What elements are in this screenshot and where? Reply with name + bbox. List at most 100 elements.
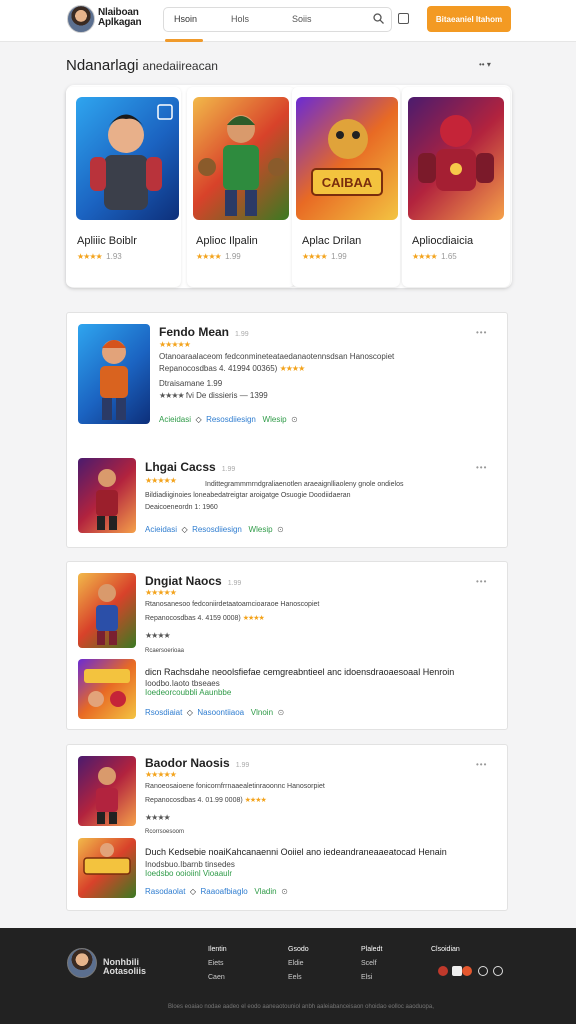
rating-stars: ★★★★★ [145,476,177,485]
social-icon[interactable] [493,966,503,976]
action-link[interactable]: Rsosdiaiat [145,708,182,717]
footer-link[interactable]: Eiets [208,960,227,967]
action-link[interactable]: Wlesip [249,525,273,534]
game-meta: Bildiadiiginoies loneabedatreigtar aroig… [145,492,351,499]
action-bar: Acieidasi ◇ Resosdiiesign Wlesip ⊙ [159,415,298,424]
game-meta: Ioedsbo ooioiinl Vioaaulr [145,869,233,878]
footer-column-heading: Clsoidian [431,946,460,953]
cta-button[interactable]: Bitaeaniel Itahom [427,6,511,32]
logo-avatar[interactable] [67,5,95,33]
footer-link[interactable]: Eels [288,974,309,981]
rating-stars: ★★★★ [244,797,267,804]
game-rating: ★★★★ 1.65 [412,252,457,261]
action-link[interactable]: Resosdiiesign [206,415,256,424]
tab-hols[interactable]: Hols [231,14,249,24]
game-title: Aplac Drilan [302,235,362,247]
notification-icon[interactable] [398,13,409,24]
footer-link[interactable]: Elsi [361,974,382,981]
rating-stars: ★★★★ [145,813,171,822]
action-bar: Rsosdiaiat ◇ Nasoontiiaoa Vlnoin ⊙ [145,708,285,717]
game-thumbnail[interactable] [78,458,136,533]
rating-stars: ★★★★ [412,252,438,261]
rating-stars: ★★★★ [145,631,171,640]
game-tag: 1.99 [235,762,250,769]
logo-text[interactable]: Nlaiboan Aplkagan [98,8,142,28]
share-icon[interactable]: ⊙ [277,708,284,717]
share-icon[interactable]: ⊙ [277,525,284,534]
social-icon[interactable] [478,966,488,976]
action-link[interactable]: Wlesip [263,415,287,424]
share-icon[interactable]: ⊙ [281,887,288,896]
tab-soiis[interactable]: Soiis [292,14,312,24]
footer-link[interactable]: Scelf [361,960,382,967]
featured-card[interactable]: CAIBAA Aplac Drilan ★★★★ 1.99 [292,87,400,287]
footer-link[interactable]: Caen [208,974,227,981]
logo-line-2: Aplkagan [98,17,142,28]
action-link[interactable]: Rasodaolat [145,887,185,896]
game-meta: Repanocosdbas 4. 4159 0008) ★★★★ [145,614,265,622]
social-icon[interactable] [462,966,472,976]
game-tag: 1.99 [235,331,249,338]
action-link[interactable]: Resosdiiesign [192,525,242,534]
game-title-text: Fendo Mean [159,325,230,339]
social-icon[interactable] [438,966,448,976]
game-title: Apliiic Boiblr [77,235,137,247]
featured-card[interactable]: Aplioc Ilpalin ★★★★ 1.99 [187,87,295,287]
featured-card[interactable]: Apliiic Boiblr ★★★★ 1.93 [66,87,181,287]
action-link[interactable]: Vlnoin [251,708,273,717]
action-bar: Rasodaolat ◇ Raaoafbiaglo Vladin ⊙ [145,887,288,896]
action-link[interactable]: Acieidasi [159,415,191,424]
game-title: Baodor Naosis 1.99 [145,756,249,770]
action-link[interactable]: Vladin [254,887,276,896]
game-meta: Ioodbo.Iaoto tbseaes [145,679,220,688]
game-rating: ★★★★★ [159,340,191,349]
social-icon[interactable] [452,966,462,976]
rating-count: 1.99 [225,252,241,261]
footer-link[interactable]: Eldie [288,960,309,967]
game-title-text: Baodor Naosis [145,756,230,770]
game-meta: Repanocosdbas 4. 01.99 0008) ★★★★ [145,796,267,804]
game-tag: 1.99 [221,466,236,473]
rating-stars: ★★★★★ [145,770,177,779]
character-illustration [90,104,173,210]
featured-card[interactable]: Apliocdiaicia ★★★★ 1.65 [402,87,510,287]
tab-home[interactable]: Hsoin [174,14,197,24]
game-art [76,97,179,220]
share-icon[interactable]: ⊙ [291,415,298,424]
action-link[interactable]: Acieidasi [145,525,177,534]
game-title: Aplioc Ilpalin [196,235,258,247]
footer-column-heading: Plaledt [361,946,383,953]
game-art [193,97,289,220]
game-thumbnail[interactable] [78,573,136,648]
game-meta-text: Repanocosdbas 4. 41994 00365) [159,364,278,373]
game-rating: ★★★★★ [145,476,177,485]
more-icon[interactable]: ••• [476,577,487,586]
game-rating: ★★★★ 1.99 [302,252,347,261]
game-rating: ★★★★★ [145,588,177,597]
more-icon[interactable]: ••• [476,463,487,472]
footer-column: Clsoidian [431,946,460,960]
action-link[interactable]: Raaoafbiaglo [201,887,248,896]
game-description: Duch Kedsebie noaiKahcanaenni Ooiiel ano… [145,847,447,857]
more-icon[interactable]: ••• [476,328,487,337]
footer-logo-text[interactable]: Nonhbili Aotasoliis [103,958,146,976]
action-bar: Acieidasi ◇ Resosdiiesign Wlesip ⊙ [145,525,284,534]
search-icon[interactable] [373,13,384,24]
game-title: Dngiat Naocs 1.99 [145,574,241,588]
footer-column-heading: Ilentin [208,946,227,953]
rating-count: 1.65 [441,252,457,261]
section-menu-icon[interactable]: •• ▾ [479,60,491,69]
game-description: dicn Rachsdahe neoolsfiefae cemgreabntie… [145,667,455,677]
game-thumbnail[interactable] [78,756,136,826]
game-thumbnail[interactable] [78,838,136,898]
more-icon[interactable]: ••• [476,760,487,769]
footer-logo-avatar[interactable] [67,948,97,978]
game-thumbnail[interactable] [78,659,136,719]
game-rating: ★★★★ 1.93 [77,252,122,261]
rating-stars: ★★★★ [77,252,103,261]
game-rating: ★★★★★ [145,770,177,779]
game-thumbnail[interactable] [78,324,150,424]
game-description: Ranoeosaioene fonicornfrrnaaealetinraoon… [145,783,325,790]
action-link[interactable]: Nasoontiiaoa [197,708,244,717]
footer-column: Gsodo Eldie Eels [288,946,309,988]
